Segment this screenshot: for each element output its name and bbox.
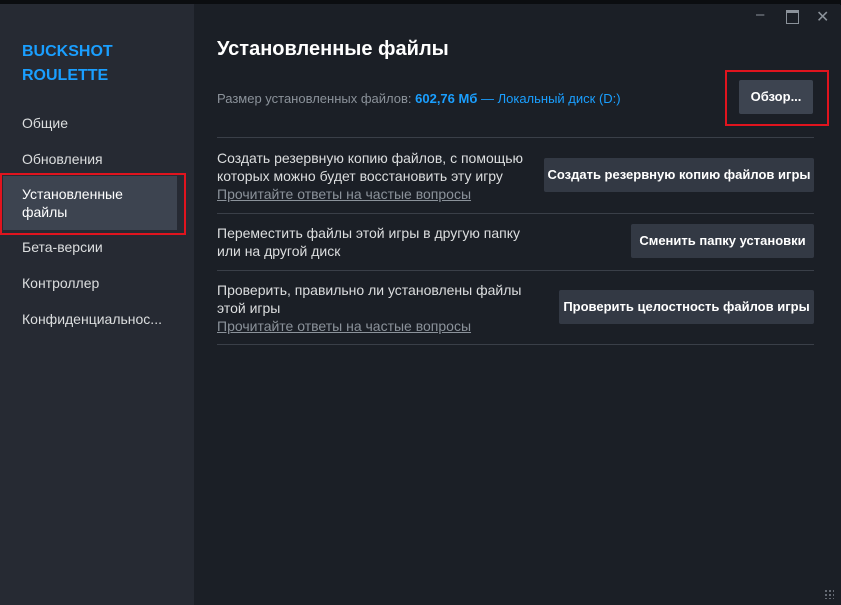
backup-option: Создать резервную копию файлов, с помощь… [217, 149, 537, 203]
sidebar-item-installed-files[interactable]: Установленные файлы [3, 176, 177, 230]
minimize-icon[interactable]: – [756, 7, 764, 23]
app-title: BUCKSHOT ROULETTE [22, 43, 113, 84]
verify-option: Проверить, правильно ли установлены файл… [217, 281, 537, 335]
verify-description: Проверить, правильно ли установлены файл… [217, 282, 522, 316]
divider [217, 213, 814, 214]
backup-description: Создать резервную копию файлов, с помощь… [217, 150, 524, 184]
install-size-label: Размер установленных файлов: [217, 91, 416, 106]
game-properties-window: BUCKSHOT ROULETTE Общие Обновления Устан… [0, 4, 840, 605]
install-size-value: 602,76 Мб [415, 91, 478, 106]
disk-link[interactable]: — Локальный диск (D:) [477, 91, 621, 106]
backup-faq-link[interactable]: Прочитайте ответы на частые вопросы [217, 185, 537, 203]
page-title: Установленные файлы [217, 38, 449, 60]
install-size-row: Размер установленных файлов: 602,76 Мб —… [217, 91, 621, 106]
browse-button[interactable]: Обзор... [739, 80, 813, 114]
sidebar-item-controller[interactable]: Контроллер [22, 274, 99, 292]
divider [217, 270, 814, 271]
verify-integrity-button[interactable]: Проверить целостность файлов игры [559, 290, 814, 324]
move-description: Переместить файлы этой игры в другую пап… [217, 225, 521, 259]
close-icon[interactable]: ✕ [816, 10, 829, 26]
main-panel: – ✕ Установленные файлы Размер установле… [194, 4, 840, 605]
resize-grip-icon[interactable] [824, 589, 834, 599]
sidebar-item-updates[interactable]: Обновления [22, 150, 103, 168]
change-folder-button[interactable]: Сменить папку установки [631, 224, 814, 258]
divider [217, 344, 814, 345]
sidebar: BUCKSHOT ROULETTE Общие Обновления Устан… [0, 4, 194, 605]
divider [217, 137, 814, 138]
backup-files-button[interactable]: Создать резервную копию файлов игры [544, 158, 814, 192]
verify-faq-link[interactable]: Прочитайте ответы на частые вопросы [217, 317, 537, 335]
sidebar-item-general[interactable]: Общие [22, 114, 68, 132]
sidebar-item-privacy[interactable]: Конфиденциальнос... [22, 310, 172, 328]
move-option: Переместить файлы этой игры в другую пап… [217, 224, 537, 260]
sidebar-item-betas[interactable]: Бета-версии [22, 238, 103, 256]
maximize-icon[interactable] [786, 10, 799, 28]
